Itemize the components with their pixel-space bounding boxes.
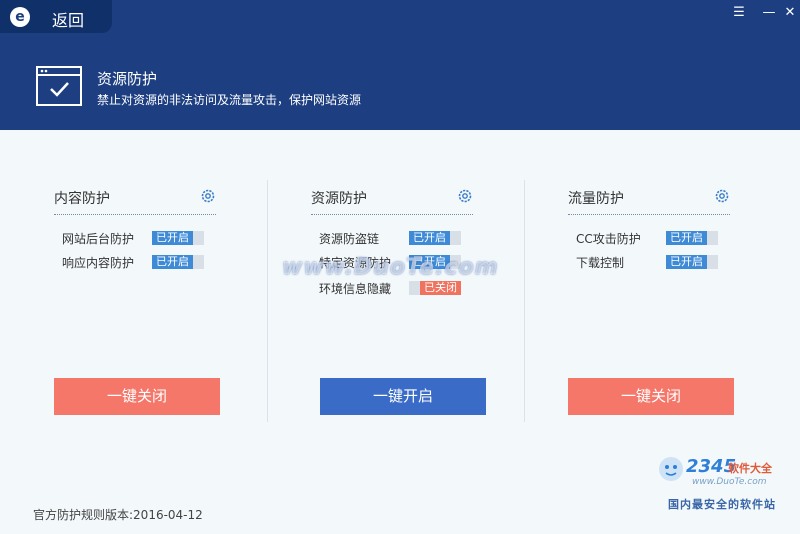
panel-content-protection: 内容防护 网站后台防护 已开启 响应内容防护 已开启 一键关闭 (0, 130, 266, 534)
dotted-separator (568, 214, 730, 215)
back-tab[interactable]: e 返回 (0, 0, 112, 33)
item-label: 下载控制 (576, 256, 625, 270)
panel-title: 流量防护 (568, 191, 624, 207)
watermark: www.DuoTe.com (282, 255, 499, 280)
status-badge: 已开启 (409, 231, 450, 245)
header-banner: e 返回 ☰ — ✕ 资源防护 禁止对资源的非法访问及流量攻击，保护网站资源 (0, 0, 800, 130)
close-all-button[interactable]: 一键关闭 (54, 378, 220, 415)
dotted-separator (54, 214, 216, 215)
panel-title: 资源防护 (311, 191, 367, 207)
item-label: 环境信息隐藏 (319, 282, 392, 296)
status-toggle[interactable]: 已开启 (666, 255, 718, 269)
brand-slogan: 国内最安全的软件站 (668, 498, 776, 511)
brand-logo-icon (659, 457, 683, 481)
item-label: 网站后台防护 (62, 232, 135, 246)
gear-icon[interactable] (714, 188, 730, 204)
minimize-icon[interactable]: — (760, 5, 778, 20)
status-badge: 已开启 (152, 255, 193, 269)
back-button[interactable]: 返回 (52, 7, 84, 31)
status-toggle[interactable]: 已开启 (409, 231, 461, 245)
item-label: 资源防盗链 (319, 232, 380, 246)
brand-name: 软件大全 (728, 462, 772, 475)
browser-check-icon (36, 66, 82, 106)
page-title: 资源防护 (97, 70, 158, 88)
gear-icon[interactable] (457, 188, 473, 204)
rules-version: 官方防护规则版本:2016-04-12 (33, 508, 203, 522)
panel-resource-protection: 资源防护 资源防盗链 已开启 特定资源防护 已开启 环境信息隐藏 已关闭 一键开… (257, 130, 523, 534)
status-badge: 已开启 (666, 255, 707, 269)
item-label: 响应内容防护 (62, 256, 135, 270)
close-all-button[interactable]: 一键关闭 (568, 378, 734, 415)
status-toggle[interactable]: 已关闭 (409, 281, 461, 295)
app-logo-icon: e (10, 7, 30, 27)
open-all-button[interactable]: 一键开启 (320, 378, 486, 415)
gear-icon[interactable] (200, 188, 216, 204)
status-badge: 已开启 (152, 231, 193, 245)
status-badge: 已开启 (666, 231, 707, 245)
brand-url: www.DuoTe.com (692, 477, 767, 487)
status-toggle[interactable]: 已开启 (152, 231, 204, 245)
page-description: 禁止对资源的非法访问及流量攻击，保护网站资源 (97, 93, 362, 107)
status-toggle[interactable]: 已开启 (666, 231, 718, 245)
dotted-separator (311, 214, 473, 215)
menu-icon[interactable]: ☰ (730, 5, 748, 20)
status-badge: 已关闭 (420, 281, 461, 295)
close-icon[interactable]: ✕ (781, 5, 799, 20)
status-toggle[interactable]: 已开启 (152, 255, 204, 269)
brand-watermark: 2345 软件大全 www.DuoTe.com 国内最安全的软件站 (656, 452, 796, 516)
panel-title: 内容防护 (54, 191, 110, 207)
item-label: CC攻击防护 (576, 232, 641, 246)
